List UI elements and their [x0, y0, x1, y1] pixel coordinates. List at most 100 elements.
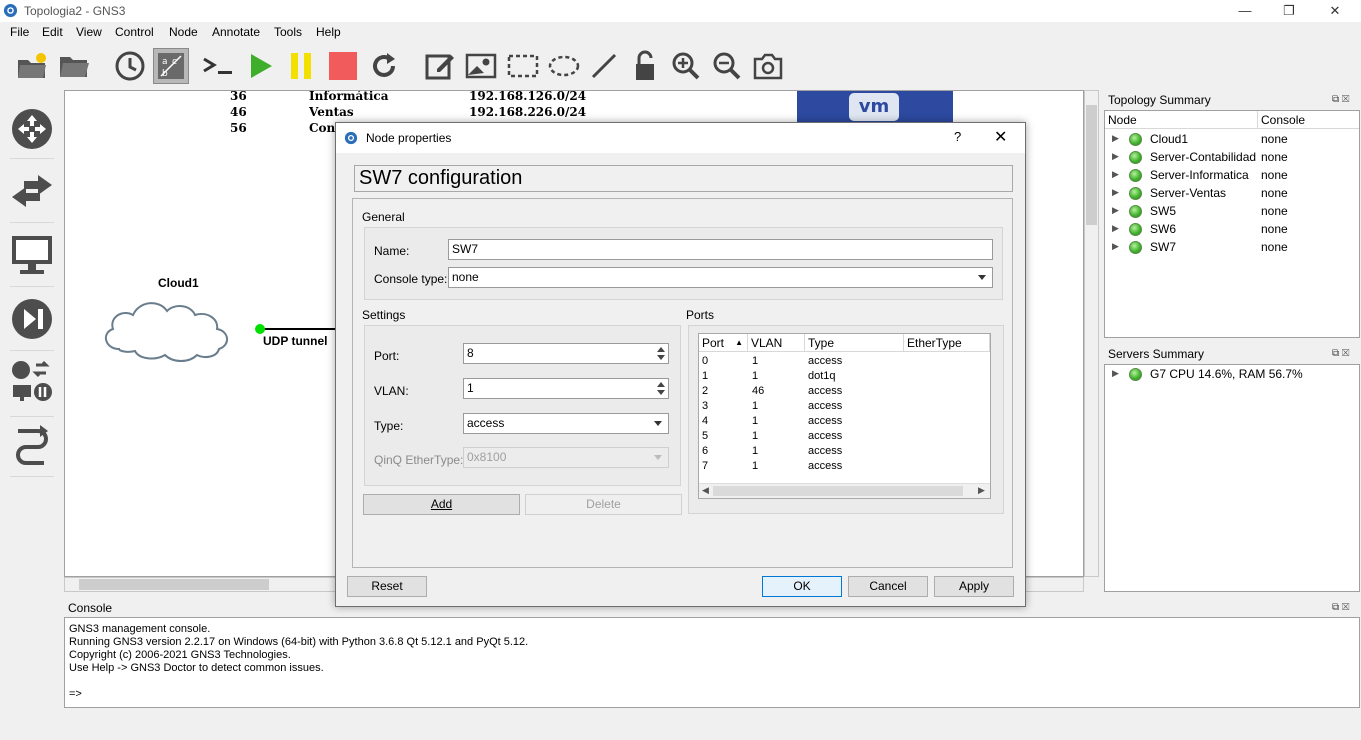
col-vlan-header[interactable]: VLAN: [748, 334, 805, 352]
console-all-icon[interactable]: [200, 48, 236, 84]
add-link-icon[interactable]: [8, 420, 56, 470]
menu-file[interactable]: File: [10, 25, 29, 39]
security-devices-icon[interactable]: [8, 294, 56, 344]
cloud-icon[interactable]: [99, 294, 259, 364]
expand-arrow-icon[interactable]: ▶: [1112, 151, 1119, 162]
reload-all-icon[interactable]: [366, 48, 402, 84]
type-cell[interactable]: access: [808, 444, 842, 459]
console-prompt[interactable]: =>: [69, 688, 82, 700]
port-cell[interactable]: 1: [702, 369, 708, 384]
expand-arrow-icon[interactable]: ▶: [1112, 241, 1119, 252]
menu-help[interactable]: Help: [316, 25, 341, 39]
suspend-all-icon[interactable]: [283, 48, 319, 84]
vmware-node[interactable]: vm: [797, 91, 953, 123]
topology-node-row[interactable]: ▶ Server-Informatica none: [1105, 167, 1359, 185]
port-cell[interactable]: 5: [702, 429, 708, 444]
expand-arrow-icon[interactable]: ▶: [1112, 187, 1119, 198]
show-interface-labels-icon[interactable]: acb: [153, 48, 189, 84]
menu-view[interactable]: View: [76, 25, 102, 39]
snapshot-clock-icon[interactable]: [112, 48, 148, 84]
open-project-icon[interactable]: [56, 48, 92, 84]
screenshot-camera-icon[interactable]: [750, 48, 786, 84]
vlan-cell[interactable]: 1: [752, 369, 758, 384]
minimize-button[interactable]: —: [1222, 0, 1268, 22]
draw-ellipse-icon[interactable]: [546, 48, 582, 84]
type-cell[interactable]: access: [808, 429, 842, 444]
type-cell[interactable]: access: [808, 354, 842, 369]
port-cell[interactable]: 2: [702, 384, 708, 399]
close-window-button[interactable]: ✕: [1312, 0, 1358, 22]
menu-control[interactable]: Control: [115, 25, 154, 39]
new-project-icon[interactable]: [14, 48, 50, 84]
spin-arrows-icon[interactable]: [655, 345, 667, 362]
apply-button[interactable]: Apply: [934, 576, 1014, 597]
dialog-close-button[interactable]: ✕: [994, 127, 1007, 147]
expand-arrow-icon[interactable]: ▶: [1112, 205, 1119, 216]
end-devices-icon[interactable]: [8, 230, 56, 280]
vlan-cell[interactable]: 1: [752, 399, 758, 414]
start-all-icon[interactable]: [243, 48, 279, 84]
add-note-icon[interactable]: [422, 48, 458, 84]
menu-node[interactable]: Node: [169, 25, 198, 39]
type-select[interactable]: access: [463, 413, 669, 434]
help-button[interactable]: ?: [954, 129, 961, 144]
topology-node-row[interactable]: ▶ Server-Contabilidad none: [1105, 149, 1359, 167]
menu-tools[interactable]: Tools: [274, 25, 302, 39]
cancel-button[interactable]: Cancel: [848, 576, 928, 597]
port-cell[interactable]: 0: [702, 354, 708, 369]
port-cell[interactable]: 4: [702, 414, 708, 429]
switches-icon[interactable]: [8, 166, 56, 216]
console-type-select[interactable]: none: [448, 267, 993, 288]
stop-all-icon[interactable]: [325, 48, 361, 84]
scroll-right-icon[interactable]: ▶: [978, 485, 985, 496]
server-row[interactable]: ▶ G7 CPU 14.6%, RAM 56.7%: [1105, 366, 1359, 384]
col-port-header[interactable]: Port ▲: [699, 334, 748, 352]
vlan-cell[interactable]: 1: [752, 459, 758, 474]
all-devices-icon[interactable]: [8, 356, 56, 406]
scroll-thumb[interactable]: [713, 486, 963, 496]
panel-float-close-icons[interactable]: ⧉ ☒: [1332, 348, 1356, 360]
lock-unlock-icon[interactable]: [627, 48, 663, 84]
expand-arrow-icon[interactable]: ▶: [1112, 368, 1119, 379]
routers-icon[interactable]: [8, 104, 56, 154]
type-cell[interactable]: access: [808, 414, 842, 429]
zoom-out-icon[interactable]: [709, 48, 745, 84]
ok-button[interactable]: OK: [762, 576, 842, 597]
panel-float-close-icons[interactable]: ⧉ ☒: [1332, 94, 1356, 106]
name-field[interactable]: SW7: [448, 239, 993, 260]
spin-arrows-icon[interactable]: [655, 380, 667, 397]
scroll-left-icon[interactable]: ◀: [702, 485, 709, 496]
scroll-thumb[interactable]: [1086, 105, 1097, 225]
expand-arrow-icon[interactable]: ▶: [1112, 223, 1119, 234]
type-cell[interactable]: access: [808, 384, 842, 399]
vlan-spinbox[interactable]: 1: [463, 378, 669, 399]
type-cell[interactable]: access: [808, 459, 842, 474]
col-type-header[interactable]: Type: [805, 334, 904, 352]
add-port-button[interactable]: Add: [363, 494, 520, 515]
menu-annotate[interactable]: Annotate: [212, 25, 260, 39]
vlan-cell[interactable]: 1: [752, 429, 758, 444]
expand-arrow-icon[interactable]: ▶: [1112, 133, 1119, 144]
expand-arrow-icon[interactable]: ▶: [1112, 169, 1119, 180]
reset-button[interactable]: Reset: [347, 576, 427, 597]
port-cell[interactable]: 3: [702, 399, 708, 414]
draw-line-icon[interactable]: [586, 48, 622, 84]
type-cell[interactable]: dot1q: [808, 369, 836, 384]
ports-table-hscrollbar[interactable]: ◀ ▶: [699, 483, 990, 498]
topology-node-row[interactable]: ▶ Server-Ventas none: [1105, 185, 1359, 203]
vlan-cell[interactable]: 1: [752, 444, 758, 459]
port-spinbox[interactable]: 8: [463, 343, 669, 364]
ports-table[interactable]: Port ▲ VLAN Type EtherType 0 1 access 1 1…: [698, 333, 991, 499]
canvas-vertical-scrollbar[interactable]: [1084, 90, 1099, 577]
insert-picture-icon[interactable]: [463, 48, 499, 84]
port-cell[interactable]: 7: [702, 459, 708, 474]
topology-node-row[interactable]: ▶ SW5 none: [1105, 203, 1359, 221]
vlan-cell[interactable]: 1: [752, 414, 758, 429]
zoom-in-icon[interactable]: [668, 48, 704, 84]
port-cell[interactable]: 6: [702, 444, 708, 459]
topology-node-row[interactable]: ▶ SW6 none: [1105, 221, 1359, 239]
vlan-cell[interactable]: 1: [752, 354, 758, 369]
draw-rectangle-icon[interactable]: [505, 48, 541, 84]
console-output[interactable]: GNS3 management console. Running GNS3 ve…: [64, 617, 1360, 708]
menu-edit[interactable]: Edit: [42, 25, 63, 39]
